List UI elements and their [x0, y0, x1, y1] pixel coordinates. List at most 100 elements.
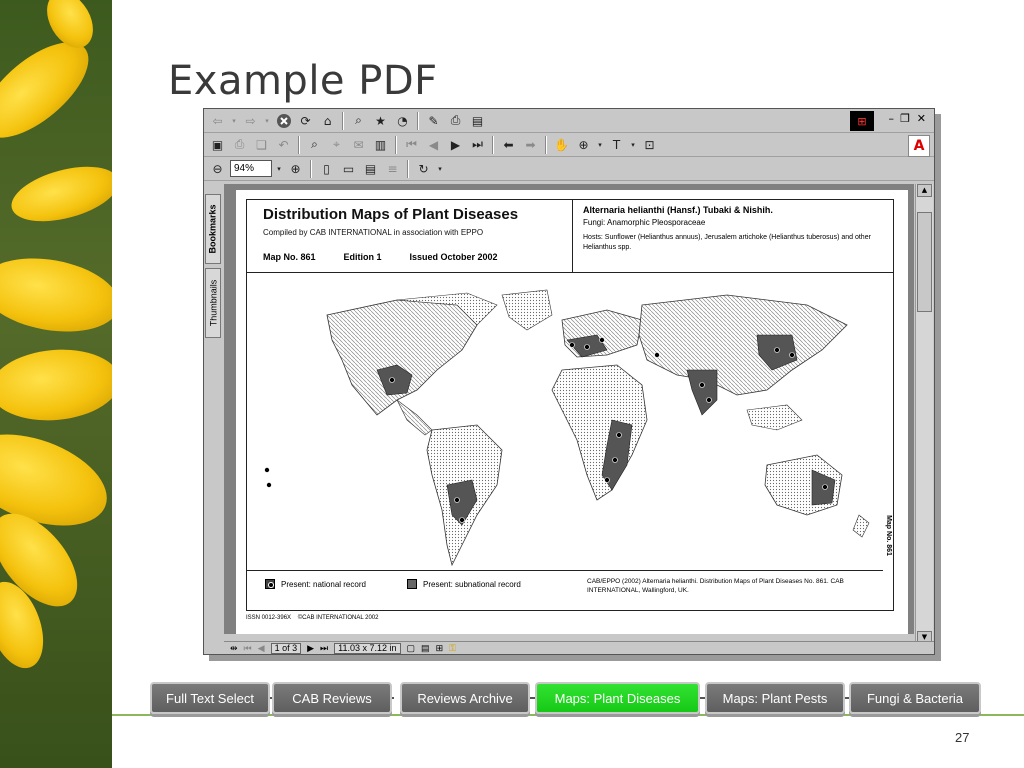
zoom-input[interactable]: 94%	[230, 160, 272, 177]
save-icon[interactable]: ▣	[208, 135, 227, 154]
zoom-out-icon[interactable]: ⊖	[208, 159, 227, 178]
last-page-icon[interactable]: ⏭	[468, 135, 487, 154]
previous-page-icon[interactable]: ◀	[258, 643, 265, 654]
notepad-icon[interactable]: ▤	[468, 111, 487, 130]
single-page-icon[interactable]: ▢	[407, 643, 416, 654]
legend-national-icon	[265, 579, 275, 589]
nav-maps-plant-diseases-button[interactable]: Maps: Plant Diseases	[535, 682, 700, 714]
adobe-logo-icon: A	[908, 135, 930, 157]
minimize-icon[interactable]: –	[889, 112, 895, 125]
map-header: Distribution Maps of Plant Diseases Comp…	[247, 200, 893, 273]
dropdown-arrow-icon[interactable]: ▾	[629, 135, 637, 154]
zoom-in-icon[interactable]: ⊕	[286, 159, 305, 178]
search-icon[interactable]: ⌕	[349, 111, 368, 130]
facing-icon[interactable]: ⊞	[436, 643, 444, 654]
split-handle-icon[interactable]: ⇹	[230, 643, 238, 654]
nav-maps-plant-pests-button[interactable]: Maps: Plant Pests	[705, 682, 845, 714]
undo-icon[interactable]: ↶	[274, 135, 293, 154]
first-page-icon[interactable]: ⏮	[244, 643, 252, 654]
legend-subnational-label: Present: subnational record	[423, 579, 521, 589]
central-america	[396, 399, 433, 436]
dropdown-arrow-icon[interactable]: ▾	[596, 135, 604, 154]
legend-national-label: Present: national record	[281, 579, 366, 589]
southeast-asia	[746, 404, 803, 431]
nav-fungi-bacteria-button[interactable]: Fungi & Bacteria	[849, 682, 981, 714]
asia-record-india	[686, 369, 718, 416]
tab-thumbnails[interactable]: Thumbnails	[205, 268, 221, 338]
sunflower-photo	[0, 0, 112, 768]
copy-icon[interactable]: ❏	[252, 135, 271, 154]
home-icon[interactable]: ⌂	[318, 111, 337, 130]
greenland	[501, 289, 553, 331]
nav-full-text-select-button[interactable]: Full Text Select	[150, 682, 270, 714]
pdf-page: Distribution Maps of Plant Diseases Comp…	[236, 190, 908, 634]
find-icon[interactable]: ⌕	[305, 135, 324, 154]
document-view[interactable]: Distribution Maps of Plant Diseases Comp…	[224, 184, 914, 634]
reflow-icon[interactable]: ≡	[383, 159, 402, 178]
email-icon[interactable]: ✉	[349, 135, 368, 154]
map-legend: Present: national record Present: subnat…	[247, 570, 883, 610]
slide-number: 27	[955, 730, 970, 745]
next-page-icon[interactable]: ▶	[446, 135, 465, 154]
issue-date: Issued October 2002	[409, 252, 498, 262]
page-indicator[interactable]: 1 of 3	[270, 642, 302, 654]
first-page-icon[interactable]: ⏮	[402, 135, 421, 154]
status-bar: ⇹ ⏮ ◀ 1 of 3 ▶ ⏭ 11.03 x 7.12 in ▢ ▤ ⊞ ⚿	[224, 641, 934, 654]
favorites-icon[interactable]: ★	[371, 111, 390, 130]
dropdown-arrow-icon[interactable]: ▾	[275, 159, 283, 178]
dropdown-arrow-icon[interactable]: ▾	[263, 111, 271, 130]
scrollbar-thumb[interactable]	[917, 212, 932, 312]
slide: { "slide": { "title": "Example PDF", "nu…	[0, 0, 1024, 768]
page-size: 11.03 x 7.12 in	[334, 642, 401, 654]
dropdown-arrow-icon[interactable]: ▾	[230, 111, 238, 130]
world-map	[264, 289, 870, 567]
back-icon[interactable]: ⇦	[208, 111, 227, 130]
stop-icon[interactable]	[274, 111, 293, 130]
forward-icon[interactable]: ⇨	[241, 111, 260, 130]
vertical-scrollbar[interactable]: ▲ ▼	[915, 184, 933, 644]
africa	[551, 364, 648, 501]
navigation-tabs: Bookmarks Thumbnails	[204, 184, 222, 644]
history-icon[interactable]: ◔	[393, 111, 412, 130]
tab-bookmarks[interactable]: Bookmarks	[205, 194, 221, 264]
acrobat-window: ⇦ ▾ ⇨ ▾ ⟳ ⌂ ⌕ ★ ◔ ✎ ⎙ ▤ ⊞ – ❐ ✕ ▣ ⎙ ❏ ↶ …	[203, 108, 935, 655]
rotate-view-icon[interactable]: ↻	[414, 159, 433, 178]
acrobat-toolbar: ▣ ⎙ ❏ ↶ ⌕ ⌖ ✉ ▥ ⏮ ◀ ▶ ⏭ ⬅ ➡ ✋ ⊕ ▾ T ▾ ⊡	[204, 133, 934, 157]
scroll-up-icon[interactable]: ▲	[917, 184, 932, 197]
map-frame: Distribution Maps of Plant Diseases Comp…	[246, 199, 894, 611]
north-america	[326, 299, 478, 416]
next-page-icon[interactable]: ▶	[307, 643, 314, 654]
show-navigation-pane-icon[interactable]: ▥	[371, 135, 390, 154]
legend-subnational-icon	[407, 579, 417, 589]
edit-icon[interactable]: ✎	[424, 111, 443, 130]
hand-tool-icon[interactable]: ✋	[552, 135, 571, 154]
restore-icon[interactable]: ❐	[900, 112, 910, 125]
view-toolbar: ⊖ 94% ▾ ⊕ ▯ ▭ ▤ ≡ ↻ ▾	[204, 157, 934, 181]
close-icon[interactable]: ✕	[917, 112, 926, 125]
hosts-text: Hosts: Sunflower (Helianthus annuus), Je…	[583, 234, 871, 251]
actual-size-icon[interactable]: ▯	[317, 159, 336, 178]
zoom-tool-icon[interactable]: ⊕	[574, 135, 593, 154]
nav-reviews-archive-button[interactable]: Reviews Archive	[400, 682, 530, 714]
continuous-icon[interactable]: ▤	[421, 643, 430, 654]
snapshot-icon[interactable]: ⊡	[640, 135, 659, 154]
next-view-icon[interactable]: ➡	[521, 135, 540, 154]
search-doc-icon[interactable]: ⌖	[327, 135, 346, 154]
fit-page-icon[interactable]: ▭	[339, 159, 358, 178]
edition: Edition 1	[343, 252, 382, 262]
text-select-icon[interactable]: T	[607, 135, 626, 154]
vertical-map-number: Map No. 861	[884, 514, 892, 556]
nav-cab-reviews-button[interactable]: CAB Reviews	[272, 682, 392, 714]
compiled-by: Compiled by CAB INTERNATIONAL in associa…	[263, 228, 484, 237]
asia	[638, 294, 848, 396]
print-icon[interactable]: ⎙	[230, 135, 249, 154]
fit-width-icon[interactable]: ▤	[361, 159, 380, 178]
dropdown-arrow-icon[interactable]: ▾	[436, 159, 444, 178]
citation: CAB/EPPO (2002) Alternaria helianthi. Di…	[587, 578, 844, 594]
refresh-icon[interactable]: ⟳	[296, 111, 315, 130]
previous-view-icon[interactable]: ⬅	[499, 135, 518, 154]
previous-page-icon[interactable]: ◀	[424, 135, 443, 154]
print-icon[interactable]: ⎙	[446, 111, 465, 130]
navigation-toolbar: ⇦ ▾ ⇨ ▾ ⟳ ⌂ ⌕ ★ ◔ ✎ ⎙ ▤	[204, 109, 934, 133]
last-page-icon[interactable]: ⏭	[320, 643, 328, 654]
